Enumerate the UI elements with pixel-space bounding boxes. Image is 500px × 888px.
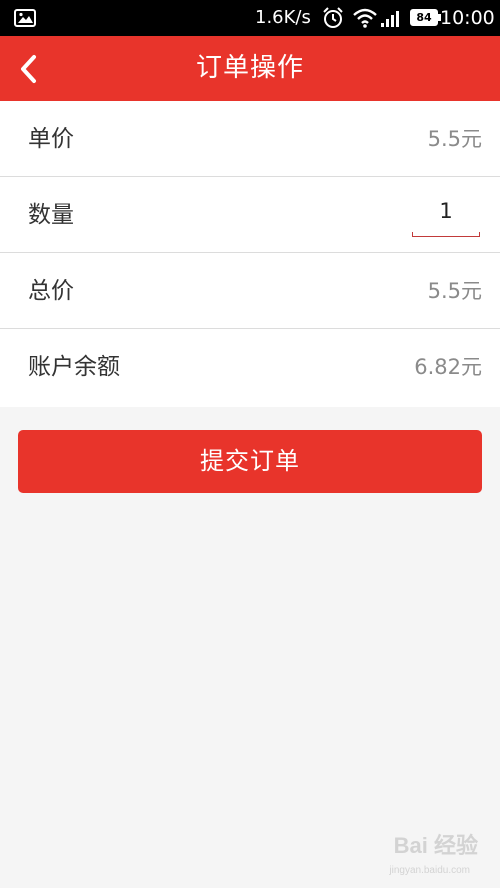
unit-price-label: 单价 xyxy=(28,126,74,152)
watermark: Bai 经验 xyxy=(393,833,478,858)
battery-icon: 84 xyxy=(410,9,438,26)
quantity-row: 数量 xyxy=(0,177,500,253)
quantity-input[interactable] xyxy=(412,189,480,233)
total-price-row: 总价 5.5元 xyxy=(0,253,500,329)
submit-order-button[interactable]: 提交订单 xyxy=(18,430,482,493)
network-speed: 1.6K/s xyxy=(255,7,311,28)
total-price-value: 5.5元 xyxy=(427,279,482,303)
quantity-label: 数量 xyxy=(28,202,74,228)
total-price-label: 总价 xyxy=(28,278,74,304)
quantity-underline xyxy=(412,232,480,237)
status-bar: 1.6K/s 84 10:00 xyxy=(0,0,500,36)
gallery-icon xyxy=(14,9,36,27)
chevron-left-icon[interactable] xyxy=(14,54,44,84)
page-title: 订单操作 xyxy=(195,53,304,83)
account-balance-value: 6.82元 xyxy=(414,355,482,379)
quantity-field xyxy=(412,189,480,239)
unit-price-row: 单价 5.5元 xyxy=(0,101,500,177)
account-balance-row: 账户余额 6.82元 xyxy=(0,329,500,407)
watermark-url: jingyan.baidu.com xyxy=(389,865,470,876)
order-form: 单价 5.5元 数量 总价 5.5元 账户余额 6.82元 xyxy=(0,101,500,407)
unit-price-value: 5.5元 xyxy=(427,127,482,151)
wifi-icon xyxy=(353,8,377,28)
app-bar: 订单操作 xyxy=(0,36,500,101)
alarm-icon xyxy=(323,7,343,28)
signal-icon xyxy=(381,11,399,27)
account-balance-label: 账户余额 xyxy=(28,354,120,380)
clock: 10:00 xyxy=(440,7,495,29)
